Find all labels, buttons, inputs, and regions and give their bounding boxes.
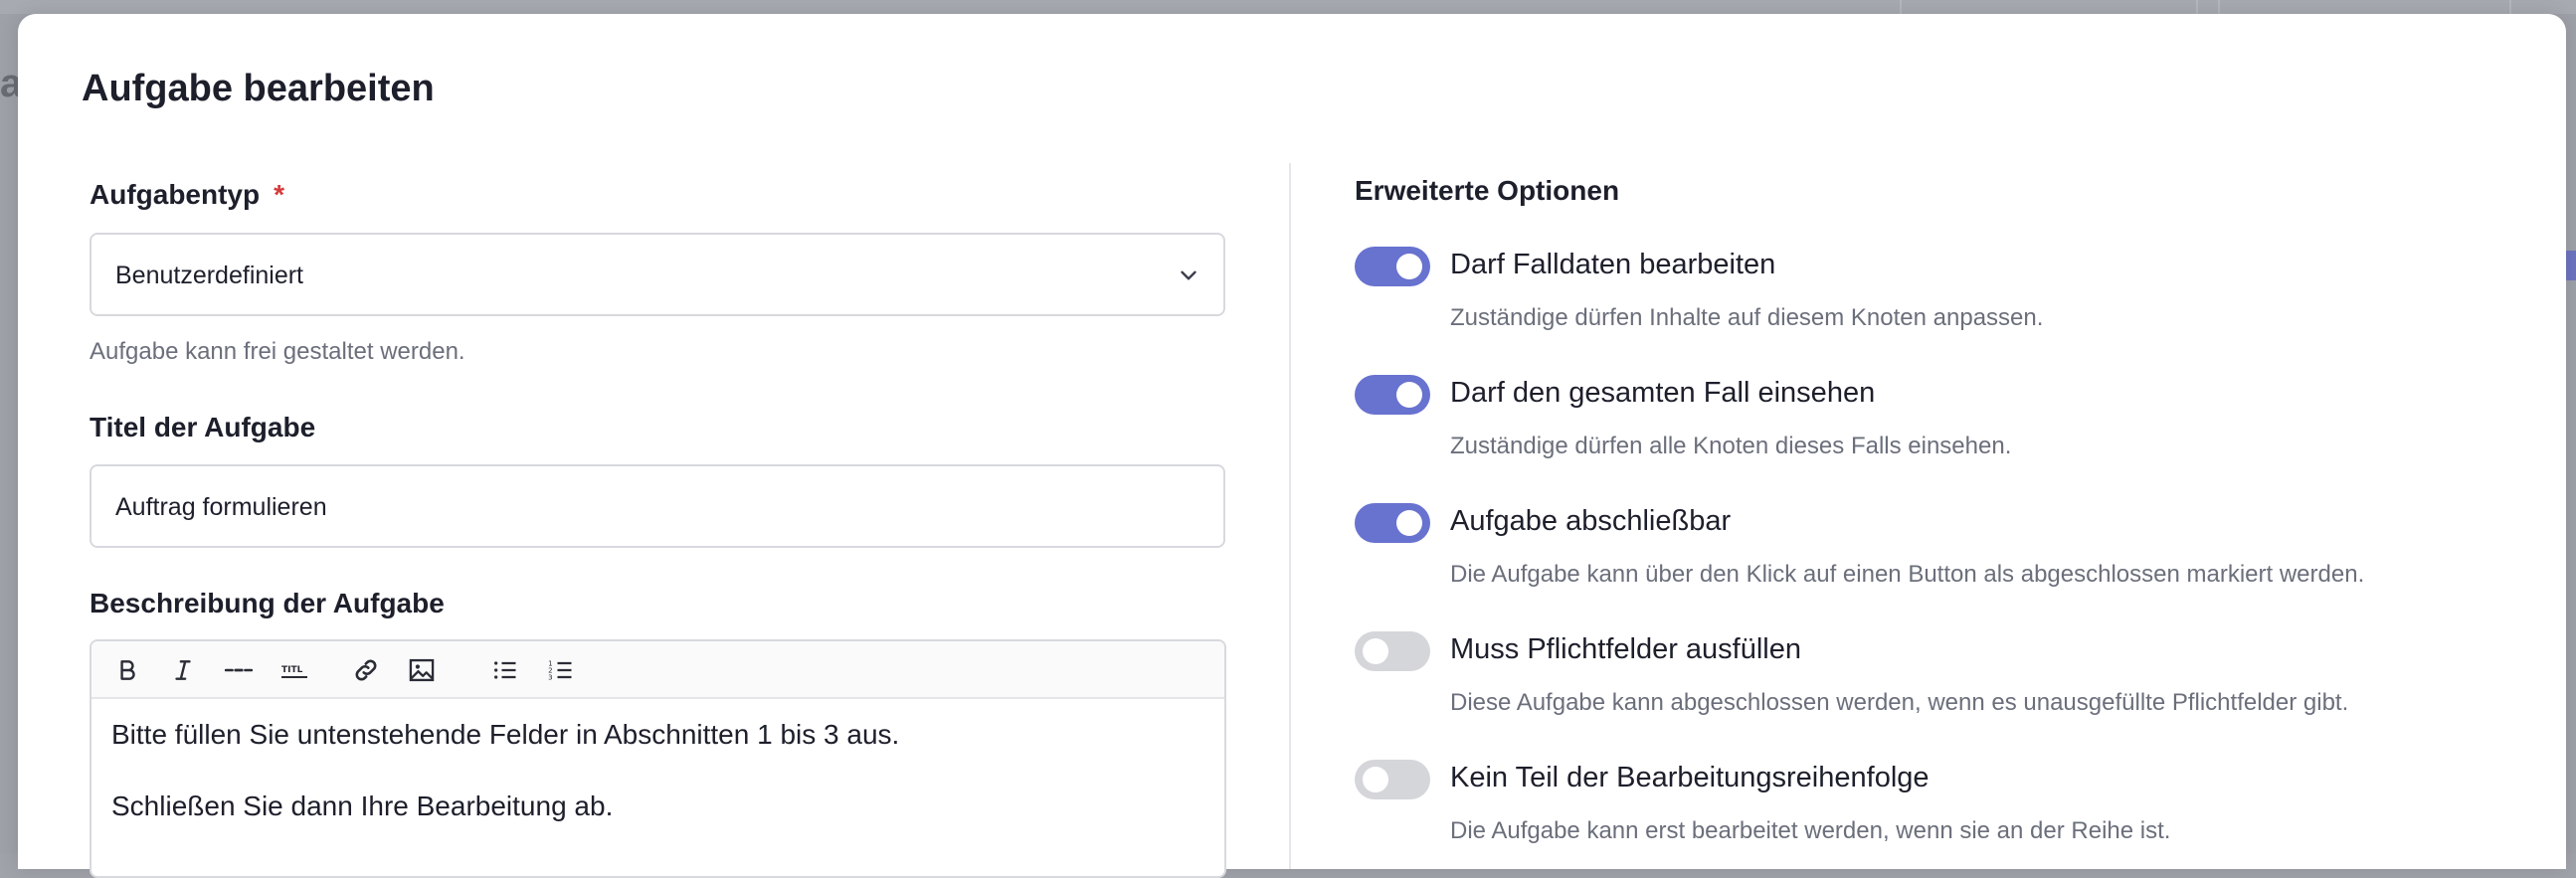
task-title-input[interactable]: Auftrag formulieren — [90, 464, 1225, 548]
editor-content[interactable]: Bitte füllen Sie untenstehende Felder in… — [92, 699, 1224, 842]
svg-text:TITL: TITL — [281, 665, 303, 675]
option-required-fields: Muss Pflichtfelder ausfüllen Diese Aufga… — [1355, 631, 2498, 731]
option-label: Darf den gesamten Fall einsehen — [1450, 377, 1875, 410]
editor-paragraph: Bitte füllen Sie untenstehende Felder in… — [111, 717, 1204, 753]
option-label: Darf Falldaten bearbeiten — [1450, 249, 1775, 281]
option-label: Aufgabe abschließbar — [1450, 505, 1731, 538]
option-label: Muss Pflichtfelder ausfüllen — [1450, 633, 1801, 666]
chevron-down-icon — [1176, 263, 1201, 288]
horizontal-rule-icon[interactable] — [219, 650, 259, 690]
task-type-label-text: Aufgabentyp — [90, 179, 260, 210]
option-description: Diese Aufgabe kann abgeschlossen werden,… — [1450, 689, 2348, 717]
svg-text:3: 3 — [548, 673, 552, 681]
toggle-switch[interactable] — [1355, 503, 1430, 543]
task-title-value: Auftrag formulieren — [115, 493, 327, 522]
editor-toolbar: TITL 123 — [92, 641, 1224, 699]
toggle-switch[interactable] — [1355, 631, 1430, 671]
toggle-knob — [1363, 638, 1388, 664]
toggle-knob — [1363, 767, 1388, 792]
option-description: Die Aufgabe kann erst bearbeitet werden,… — [1450, 817, 2170, 845]
numbered-list-icon[interactable]: 123 — [541, 650, 581, 690]
description-editor[interactable]: TITL 123 Bitte füllen Sie untenstehende … — [90, 639, 1226, 878]
toggle-switch[interactable] — [1355, 760, 1430, 799]
column-divider — [1289, 163, 1291, 869]
toggle-knob — [1396, 254, 1422, 279]
toggle-switch[interactable] — [1355, 375, 1430, 415]
required-marker: * — [274, 179, 284, 210]
task-type-help-text: Aufgabe kann frei gestaltet werden. — [90, 338, 465, 366]
toggle-knob — [1396, 510, 1422, 536]
option-label: Kein Teil der Bearbeitungsreihenfolge — [1450, 762, 1930, 794]
task-type-selected-value: Benutzerdefiniert — [115, 262, 303, 290]
modal-title: Aufgabe bearbeiten — [82, 68, 435, 110]
edit-task-modal: Aufgabe bearbeiten Aufgabentyp * Benutzer… — [18, 14, 2566, 869]
title-icon[interactable]: TITL — [275, 650, 314, 690]
task-type-label: Aufgabentyp * — [90, 179, 284, 211]
toggle-knob — [1396, 382, 1422, 408]
task-title-label: Titel der Aufgabe — [90, 412, 315, 443]
bold-icon[interactable] — [107, 650, 147, 690]
bullet-list-icon[interactable] — [485, 650, 525, 690]
option-view-full-case: Darf den gesamten Fall einsehen Zuständi… — [1355, 375, 2498, 474]
background-box — [1900, 0, 2198, 14]
italic-icon[interactable] — [163, 650, 203, 690]
task-type-select[interactable]: Benutzerdefiniert — [90, 233, 1225, 316]
option-task-completable: Aufgabe abschließbar Die Aufgabe kann üb… — [1355, 503, 2498, 603]
task-description-label: Beschreibung der Aufgabe — [90, 588, 445, 619]
link-icon[interactable] — [346, 650, 386, 690]
advanced-options-heading: Erweiterte Optionen — [1355, 175, 1619, 207]
background-box — [2218, 0, 2511, 14]
editor-paragraph: Schließen Sie dann Ihre Bearbeitung ab. — [111, 789, 1204, 824]
option-description: Zuständige dürfen Inhalte auf diesem Kno… — [1450, 304, 2043, 332]
option-description: Zuständige dürfen alle Knoten dieses Fal… — [1450, 433, 2011, 460]
option-description: Die Aufgabe kann über den Klick auf eine… — [1450, 561, 2364, 589]
option-edit-case-data: Darf Falldaten bearbeiten Zuständige dür… — [1355, 247, 2498, 346]
toggle-switch[interactable] — [1355, 247, 1430, 286]
image-icon[interactable] — [402, 650, 442, 690]
option-processing-order: Kein Teil der Bearbeitungsreihenfolge Di… — [1355, 760, 2498, 859]
